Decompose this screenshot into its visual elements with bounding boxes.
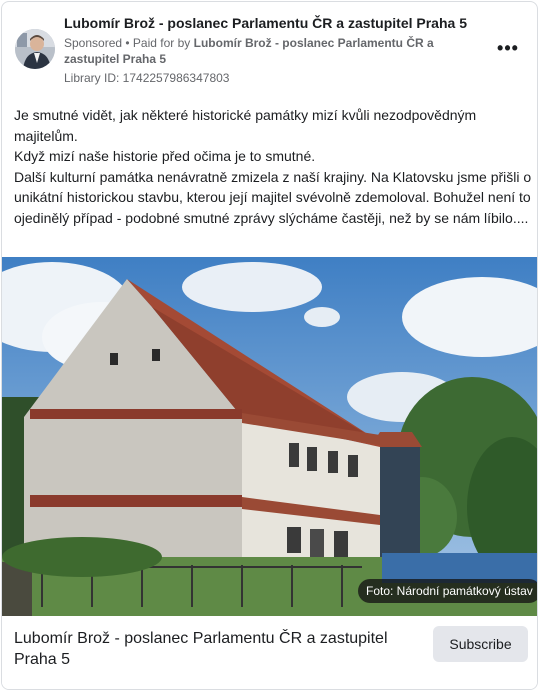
separator-dot: • bbox=[122, 36, 133, 50]
ad-footer: Lubomír Brož - poslanec Parlamentu ČR a … bbox=[2, 616, 537, 689]
avatar[interactable] bbox=[15, 29, 55, 69]
sponsored-label: Sponsored bbox=[64, 36, 123, 50]
avatar-image bbox=[15, 29, 55, 69]
post-line: Další kulturní památka nenávratně zmizel… bbox=[14, 168, 532, 226]
sponsor-line: Sponsored • Paid for by Lubomír Brož - p… bbox=[64, 35, 484, 67]
page-name-link[interactable]: Lubomír Brož - poslanec Parlamentu ČR a … bbox=[64, 15, 467, 31]
library-id: Library ID: 1742257986347803 bbox=[64, 71, 230, 85]
post-line: Když mizí naše historie před očima je to… bbox=[14, 148, 316, 164]
photo-credit: Foto: Národní památkový ústav bbox=[358, 579, 537, 603]
post-image[interactable]: Foto: Národní památkový ústav bbox=[2, 257, 537, 616]
ad-card: Lubomír Brož - poslanec Parlamentu ČR a … bbox=[1, 1, 538, 690]
historic-building-photo bbox=[2, 257, 537, 616]
subscribe-button[interactable]: Subscribe bbox=[433, 626, 528, 662]
post-text: Je smutné vidět, jak některé historické … bbox=[14, 105, 534, 228]
ad-header: Lubomír Brož - poslanec Parlamentu ČR a … bbox=[2, 2, 537, 94]
post-line: Je smutné vidět, jak některé historické … bbox=[14, 107, 477, 144]
paid-for-label: Paid for by bbox=[132, 36, 194, 50]
footer-page-name[interactable]: Lubomír Brož - poslanec Parlamentu ČR a … bbox=[14, 628, 424, 670]
more-options-icon[interactable]: ••• bbox=[492, 38, 524, 62]
